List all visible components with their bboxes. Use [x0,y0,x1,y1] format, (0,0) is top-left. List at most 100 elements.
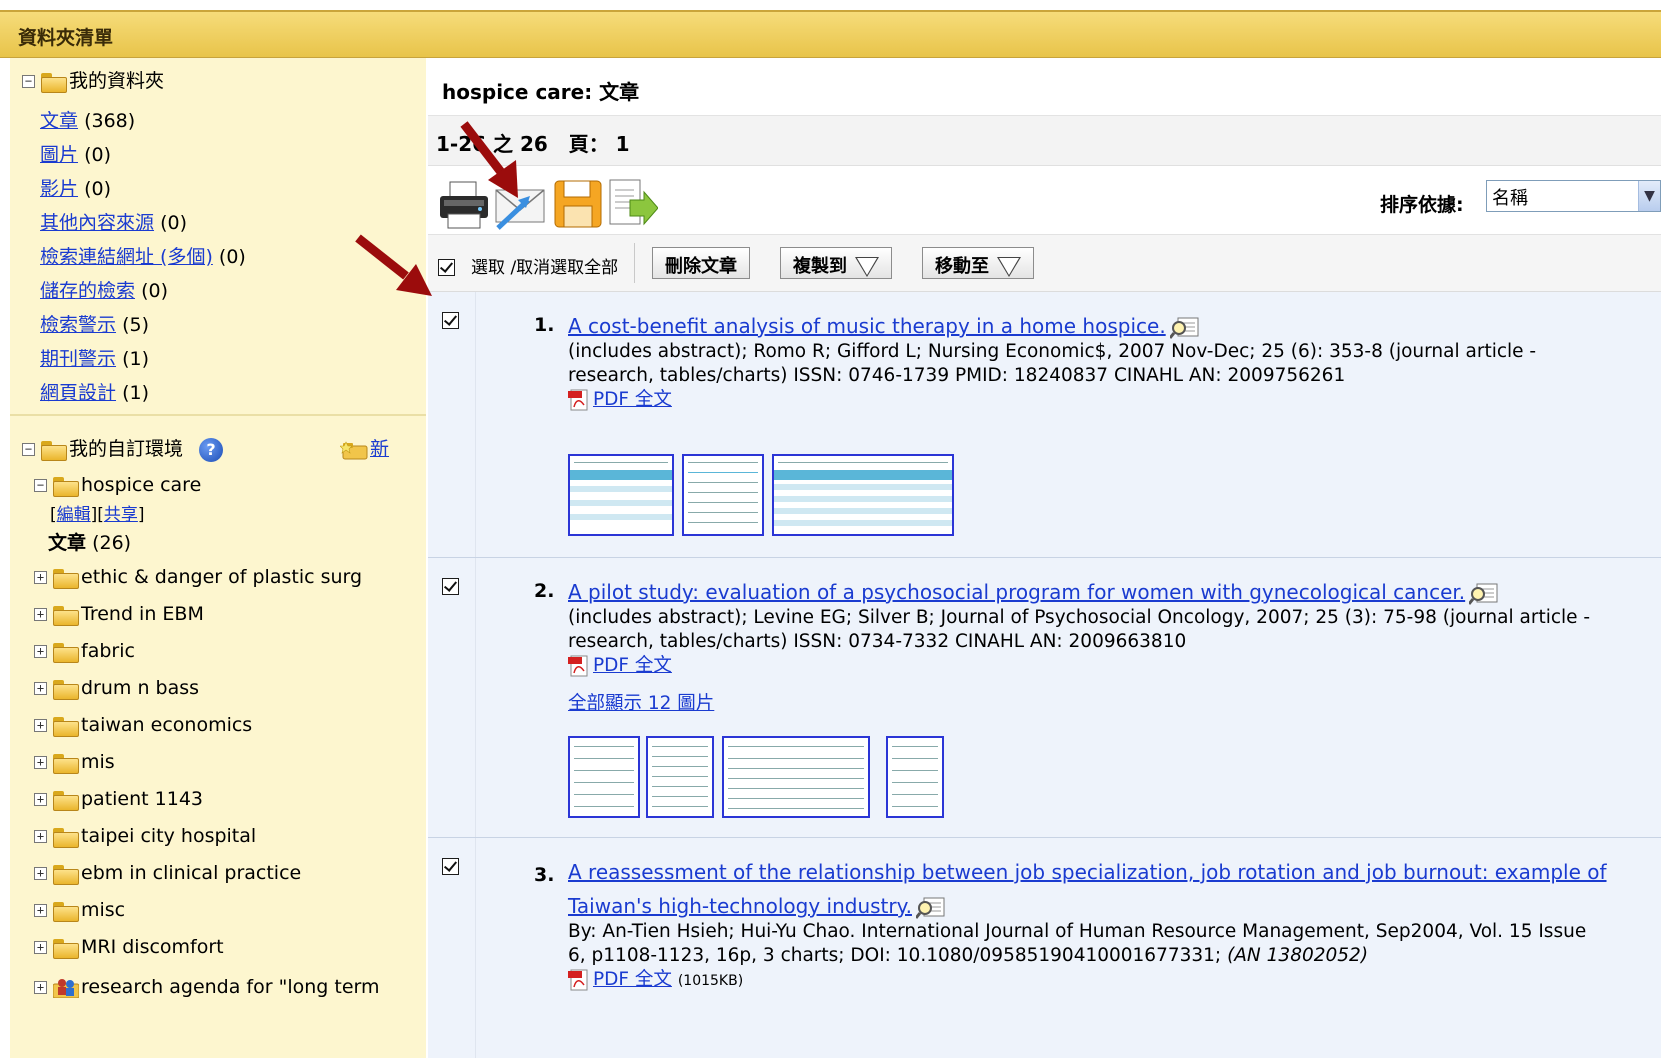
move-to-button[interactable]: 移動至 [922,247,1034,279]
image-thumbnail[interactable] [772,454,954,536]
image-thumbnail[interactable] [568,736,640,818]
sort-select-value: 名稱 [1492,188,1528,209]
move-to-label: 移動至 [935,256,989,276]
result-pdf[interactable]: PDF 全文 [568,388,1638,412]
export-icon[interactable] [606,178,658,230]
folder-item[interactable]: + taipei city hospital [34,825,256,848]
expand-icon[interactable]: + [34,830,47,843]
expand-icon[interactable]: + [34,756,47,769]
pdf-full-text-link[interactable]: PDF 全文 [593,969,672,990]
result-checkbox[interactable] [442,858,459,875]
current-folder[interactable]: − hospice care [34,474,201,497]
expand-icon[interactable]: + [34,981,47,994]
folder-icon [53,827,79,848]
folder-item[interactable]: + MRI discomfort [34,936,224,959]
result-citation-1: By: An-Tien Hsieh; Hui-Yu Chao. Internat… [568,921,1587,942]
expand-icon[interactable]: + [34,719,47,732]
pdf-full-text-link[interactable]: PDF 全文 [593,389,672,410]
sidebar-item-other-sources[interactable]: 其他內容來源 (0) [40,208,187,235]
folder-item[interactable]: + patient 1143 [34,788,203,811]
image-thumbnail[interactable] [646,736,714,818]
folder-icon [53,901,79,922]
image-thumbnail[interactable] [886,736,944,818]
result-pdf[interactable]: PDF 全文 [568,654,1638,678]
preview-icon[interactable] [1469,582,1499,606]
save-icon[interactable] [552,178,604,230]
current-folder-actions: [編輯][共享] [50,505,145,525]
sidebar-item-articles[interactable]: 文章 (368) [40,106,135,133]
sidebar-item-persistent-links[interactable]: 檢索連結網址 (多個) (0) [40,242,246,269]
sidebar-item-link[interactable]: 其他內容來源 [40,212,154,234]
result-title-link[interactable]: A cost-benefit analysis of music therapy… [568,314,1166,338]
collapse-icon[interactable]: − [22,75,35,88]
preview-icon[interactable] [1169,316,1200,340]
folder-item[interactable]: + Trend in EBM [34,603,204,626]
select-all-checkbox[interactable] [438,259,455,276]
result-checkbox[interactable] [442,578,459,595]
result-title-link[interactable]: A reassessment of the relationship betwe… [568,860,1607,884]
result-checkbox[interactable] [442,312,459,329]
image-thumbnail[interactable] [568,454,674,536]
result-title-link[interactable]: Taiwan's high-technology industry. [568,894,912,918]
sidebar-item-link[interactable]: 檢索警示 [40,314,116,336]
sidebar-item-web-pages[interactable]: 網頁設計 (1) [40,378,149,405]
sidebar-item-link[interactable]: 影片 [40,178,78,200]
folder-item[interactable]: + fabric [34,640,135,663]
show-all-images-link[interactable]: 全部顯示 12 圖片 [568,693,714,714]
folder-item[interactable]: + ethic & danger of plastic surg [34,566,362,589]
sidebar-item-saved-searches[interactable]: 儲存的檢索 (0) [40,276,168,303]
my-folder-label: 我的資料夾 [69,70,165,92]
result-title-link[interactable]: A pilot study: evaluation of a psychosoc… [568,580,1465,604]
sidebar-item-images[interactable]: 圖片 (0) [40,140,111,167]
image-thumbnail[interactable] [682,454,764,536]
sidebar-item-link[interactable]: 網頁設計 [40,382,116,404]
new-folder-link[interactable]: 新 [370,438,389,460]
result-content: A pilot study: evaluation of a psychosoc… [568,580,1638,716]
expand-icon[interactable]: + [34,645,47,658]
folder-item[interactable]: + taiwan economics [34,714,252,737]
result-citation-1: (includes abstract); Levine EG; Silver B… [568,607,1591,628]
folder-item[interactable]: + drum n bass [34,677,199,700]
sidebar-item-search-alerts[interactable]: 檢索警示 (5) [40,310,149,337]
expand-icon[interactable]: + [34,608,47,621]
current-folder-articles[interactable]: 文章 (26) [48,528,131,555]
folder-item-shared[interactable]: + research agenda for "long term [34,976,380,998]
new-folder-button[interactable]: 新 [339,434,389,461]
preview-icon[interactable] [915,896,946,920]
my-folder-header[interactable]: − 我的資料夾 [22,66,164,93]
sort-select[interactable]: 名稱 ▼ [1486,180,1661,212]
folder-item[interactable]: + ebm in clinical practice [34,862,301,885]
result-pdf[interactable]: PDF 全文 (1015KB) [568,968,1638,993]
collapse-icon[interactable]: − [34,479,47,492]
share-folder-link[interactable]: 共享 [104,505,138,525]
sidebar-item-link[interactable]: 文章 [40,110,78,132]
show-all-images[interactable]: 全部顯示 12 圖片 [568,692,1638,716]
results-header: hospice care: 文章 [428,58,1661,116]
expand-icon[interactable]: + [34,904,47,917]
sidebar-item-journal-alerts[interactable]: 期刊警示 (1) [40,344,149,371]
chevron-down-icon[interactable]: ▼ [1638,181,1660,211]
sidebar-item-link[interactable]: 圖片 [40,144,78,166]
folder-item-label: research agenda for "long term [81,976,380,998]
pdf-full-text-link[interactable]: PDF 全文 [593,655,672,676]
sidebar-item-videos[interactable]: 影片 (0) [40,174,111,201]
delete-articles-button[interactable]: 刪除文章 [652,247,750,279]
result-number: 2. [534,580,555,602]
expand-icon[interactable]: + [34,867,47,880]
collapse-icon[interactable]: − [22,443,35,456]
copy-to-button[interactable]: 複製到 [780,247,892,279]
edit-folder-link[interactable]: 編輯 [57,505,91,525]
custom-folders-header[interactable]: − 我的自訂環境 ? [22,434,224,462]
select-all[interactable]: 選取 /取消選取全部 [438,253,618,278]
sidebar-item-link[interactable]: 儲存的檢索 [40,280,135,302]
sidebar-item-link[interactable]: 期刊警示 [40,348,116,370]
help-icon[interactable]: ? [199,437,224,462]
image-thumbnail[interactable] [722,736,870,818]
expand-icon[interactable]: + [34,682,47,695]
folder-item[interactable]: + mis [34,751,115,774]
expand-icon[interactable]: + [34,571,47,584]
expand-icon[interactable]: + [34,941,47,954]
expand-icon[interactable]: + [34,793,47,806]
sidebar-item-link[interactable]: 檢索連結網址 (多個) [40,246,213,268]
folder-item[interactable]: + misc [34,899,125,922]
